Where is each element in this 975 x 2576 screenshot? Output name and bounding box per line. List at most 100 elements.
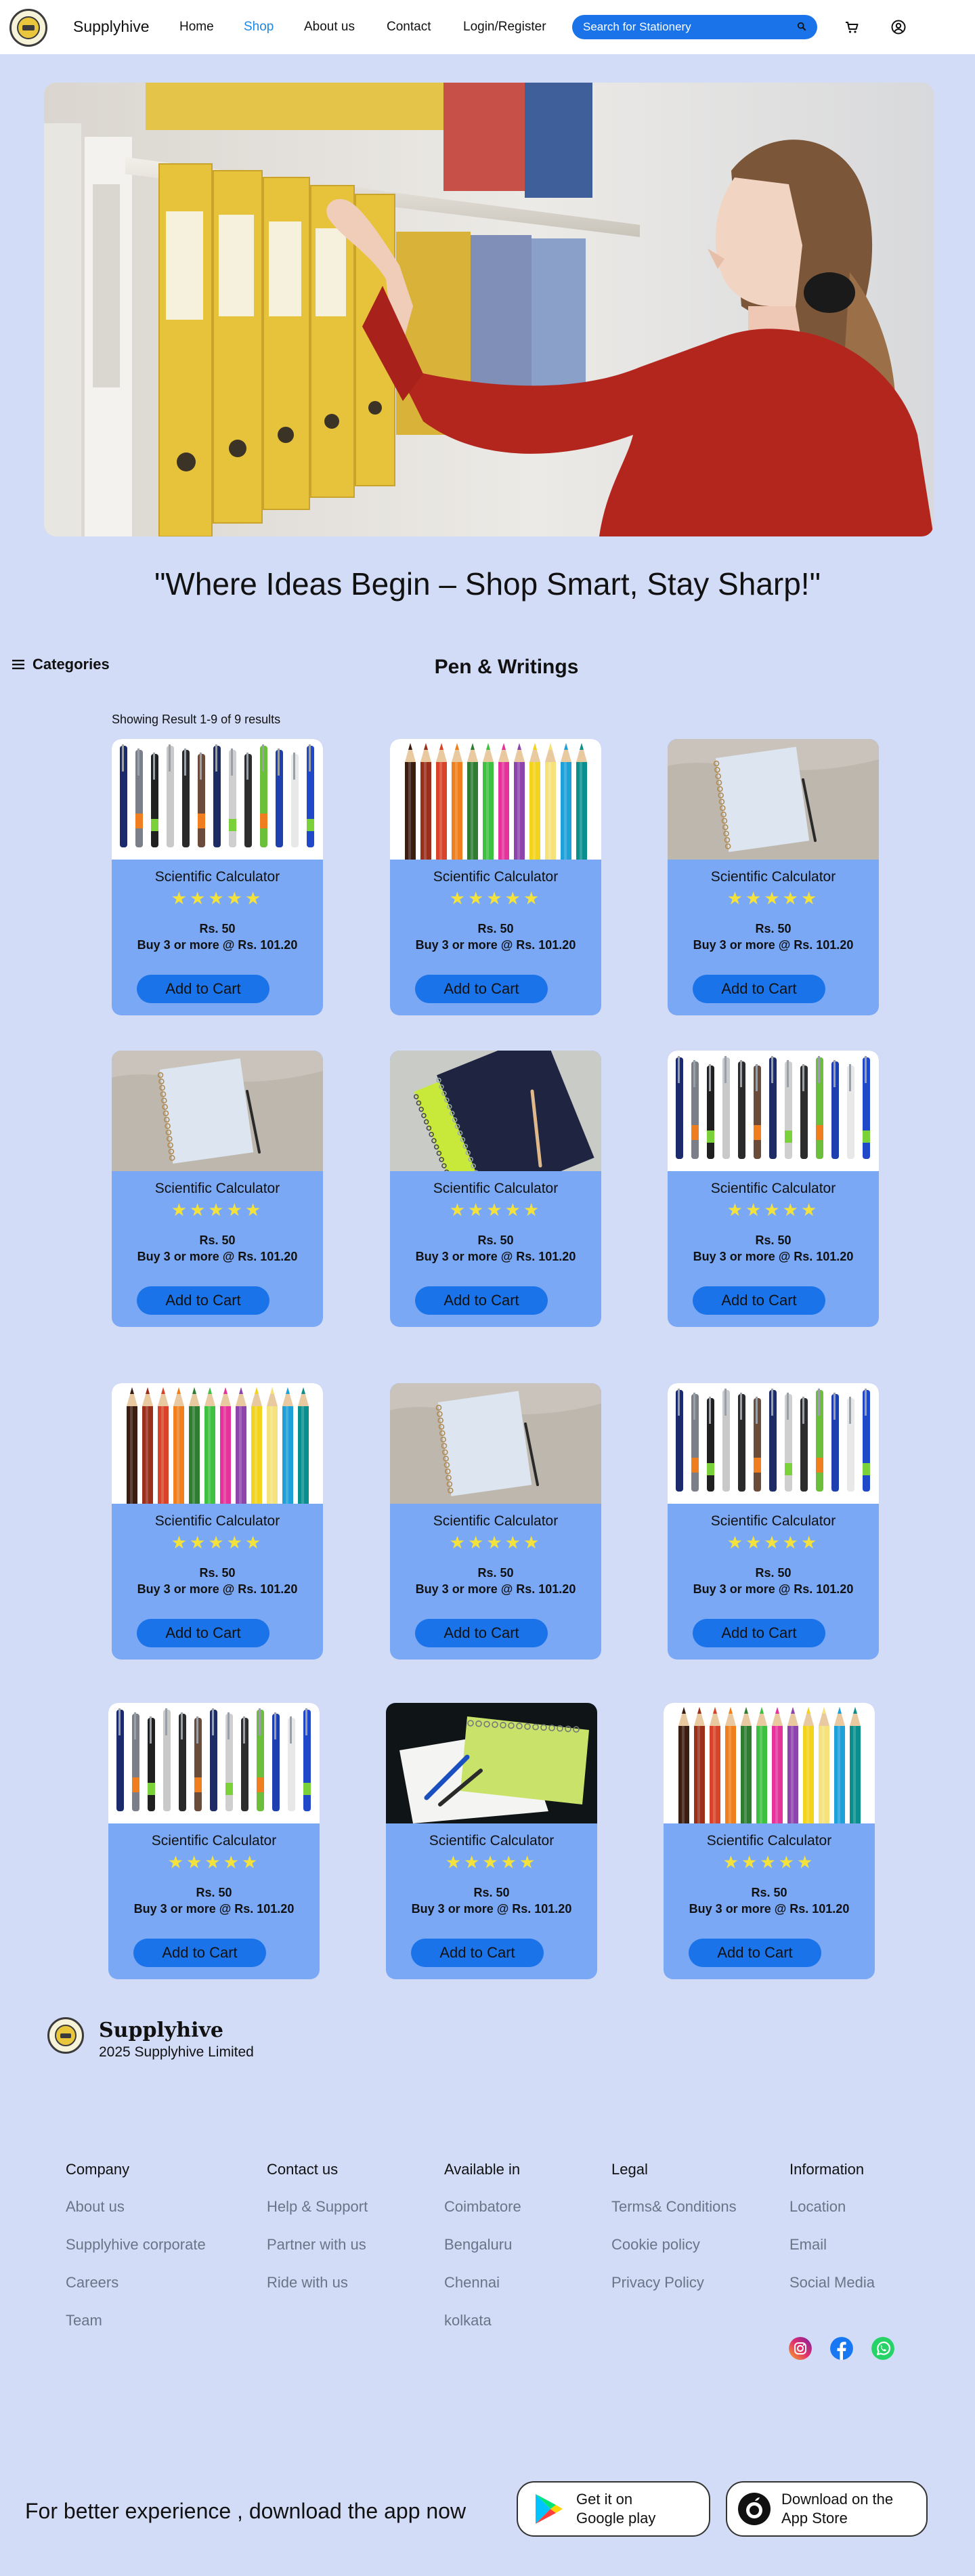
add-to-cart-button[interactable]: Add to Cart (415, 975, 548, 1003)
nav-contact[interactable]: Contact (387, 20, 431, 35)
add-to-cart-button[interactable]: Add to Cart (689, 1939, 821, 1967)
add-to-cart-button[interactable]: Add to Cart (133, 1939, 266, 1967)
footer-link[interactable]: Social Media (789, 2274, 875, 2292)
add-to-cart-button[interactable]: Add to Cart (693, 975, 825, 1003)
rating-stars: ★★★★★ (727, 888, 820, 908)
nav-shop[interactable]: Shop (244, 20, 274, 35)
footer-link[interactable]: Help & Support (267, 2198, 368, 2216)
footer-link[interactable]: Partner with us (267, 2236, 366, 2254)
supplyhive-logo[interactable] (9, 9, 47, 47)
product-image-pens[interactable] (112, 739, 323, 860)
product-image-pencils[interactable] (390, 739, 601, 860)
app-store-button[interactable]: Download on the App Store (726, 2481, 928, 2537)
footer-link[interactable]: Careers (66, 2274, 118, 2292)
add-to-cart-button[interactable]: Add to Cart (415, 1286, 548, 1315)
product-card[interactable]: Scientific Calculator ★★★★★ Rs. 50 Buy 3… (668, 739, 879, 1015)
product-image-notepad[interactable] (112, 1051, 323, 1171)
product-card[interactable]: Scientific Calculator ★★★★★ Rs. 50 Buy 3… (668, 1383, 879, 1660)
section-title: Pen & Writings (434, 656, 579, 678)
product-name[interactable]: Scientific Calculator (112, 869, 323, 885)
footer-link[interactable]: Cookie policy (611, 2236, 700, 2254)
user-account-icon[interactable] (890, 19, 907, 35)
product-image-notebooks[interactable] (390, 1051, 601, 1171)
add-to-cart-button[interactable]: Add to Cart (693, 1619, 825, 1647)
product-name[interactable]: Scientific Calculator (112, 1181, 323, 1197)
nav-about-us[interactable]: About us (304, 20, 355, 35)
footer-heading: Available in (444, 2161, 521, 2178)
product-name[interactable]: Scientific Calculator (112, 1513, 323, 1529)
product-card[interactable]: Scientific Calculator ★★★★★ Rs. 50 Buy 3… (664, 1703, 875, 1979)
brand-name[interactable]: Supplyhive (73, 18, 150, 36)
add-to-cart-button[interactable]: Add to Cart (137, 1619, 269, 1647)
google-play-line1: Get it on (576, 2491, 633, 2508)
footer-link[interactable]: Privacy Policy (611, 2274, 704, 2292)
footer-link[interactable]: Coimbatore (444, 2198, 521, 2216)
product-image-spiral-notebook[interactable] (386, 1703, 597, 1823)
product-card[interactable]: Scientific Calculator ★★★★★ Rs. 50 Buy 3… (668, 1051, 879, 1327)
search-icon[interactable] (797, 22, 806, 31)
product-image-pencils[interactable] (664, 1703, 875, 1823)
cart-icon[interactable] (844, 19, 860, 35)
add-to-cart-button[interactable]: Add to Cart (137, 1286, 269, 1315)
footer-link[interactable]: Email (789, 2236, 827, 2254)
google-play-icon (536, 2494, 563, 2524)
bulk-price: Buy 3 or more @ Rs. 101.20 (137, 938, 298, 952)
search-input[interactable] (583, 20, 786, 34)
add-to-cart-button[interactable]: Add to Cart (137, 975, 269, 1003)
footer-link[interactable]: Bengaluru (444, 2236, 512, 2254)
footer-link[interactable]: Chennai (444, 2274, 500, 2292)
product-card[interactable]: Scientific Calculator ★★★★★ Rs. 50 Buy 3… (112, 1383, 323, 1660)
rating-stars: ★★★★★ (171, 1200, 264, 1220)
bulk-price: Buy 3 or more @ Rs. 101.20 (137, 1582, 298, 1596)
facebook-icon[interactable] (830, 2337, 853, 2360)
product-price: Rs. 50 (751, 1886, 787, 1899)
product-name[interactable]: Scientific Calculator (108, 1833, 320, 1849)
nav-home[interactable]: Home (179, 20, 214, 35)
bulk-price: Buy 3 or more @ Rs. 101.20 (415, 1250, 576, 1263)
product-name[interactable]: Scientific Calculator (668, 869, 879, 885)
product-name[interactable]: Scientific Calculator (390, 1513, 601, 1529)
footer-link[interactable]: Terms& Conditions (611, 2198, 737, 2216)
product-name[interactable]: Scientific Calculator (664, 1833, 875, 1849)
product-image-notepad[interactable] (668, 739, 879, 860)
footer-link[interactable]: Supplyhive corporate (66, 2236, 206, 2254)
product-name[interactable]: Scientific Calculator (390, 869, 601, 885)
product-card[interactable]: Scientific Calculator ★★★★★ Rs. 50 Buy 3… (386, 1703, 597, 1979)
search-bar[interactable] (572, 15, 817, 39)
nav-login-register[interactable]: Login/Register (463, 20, 546, 35)
product-image-pencils[interactable] (112, 1383, 323, 1504)
instagram-icon[interactable] (789, 2337, 812, 2360)
bulk-price: Buy 3 or more @ Rs. 101.20 (133, 1902, 295, 1916)
footer-link[interactable]: Location (789, 2198, 846, 2216)
google-play-button[interactable]: Get it on Google play (517, 2481, 710, 2537)
footer-link[interactable]: kolkata (444, 2312, 492, 2329)
bulk-price: Buy 3 or more @ Rs. 101.20 (415, 1582, 576, 1596)
rating-stars: ★★★★★ (449, 888, 542, 908)
footer-link[interactable]: About us (66, 2198, 125, 2216)
product-image-pens[interactable] (668, 1383, 879, 1504)
result-count: Showing Result 1-9 of 9 results (112, 713, 281, 726)
product-name[interactable]: Scientific Calculator (386, 1833, 597, 1849)
add-to-cart-button[interactable]: Add to Cart (411, 1939, 544, 1967)
product-name[interactable]: Scientific Calculator (390, 1181, 601, 1197)
footer-link[interactable]: Ride with us (267, 2274, 348, 2292)
app-store-icon (738, 2493, 771, 2525)
footer-link[interactable]: Team (66, 2312, 102, 2329)
add-to-cart-button[interactable]: Add to Cart (693, 1286, 825, 1315)
product-card[interactable]: Scientific Calculator ★★★★★ Rs. 50 Buy 3… (112, 739, 323, 1015)
product-card[interactable]: Scientific Calculator ★★★★★ Rs. 50 Buy 3… (108, 1703, 320, 1979)
product-name[interactable]: Scientific Calculator (668, 1513, 879, 1529)
product-image-pens[interactable] (108, 1703, 320, 1823)
bulk-price: Buy 3 or more @ Rs. 101.20 (415, 938, 576, 952)
product-name[interactable]: Scientific Calculator (668, 1181, 879, 1197)
product-image-notepad[interactable] (390, 1383, 601, 1504)
product-card[interactable]: Scientific Calculator ★★★★★ Rs. 50 Buy 3… (112, 1051, 323, 1327)
add-to-cart-button[interactable]: Add to Cart (415, 1619, 548, 1647)
product-card[interactable]: Scientific Calculator ★★★★★ Rs. 50 Buy 3… (390, 739, 601, 1015)
product-card[interactable]: Scientific Calculator ★★★★★ Rs. 50 Buy 3… (390, 1383, 601, 1660)
product-card[interactable]: Scientific Calculator ★★★★★ Rs. 50 Buy 3… (390, 1051, 601, 1327)
product-price: Rs. 50 (477, 922, 514, 935)
whatsapp-icon[interactable] (871, 2337, 894, 2360)
product-image-pens[interactable] (668, 1051, 879, 1171)
app-store-line2: App Store (781, 2510, 848, 2527)
